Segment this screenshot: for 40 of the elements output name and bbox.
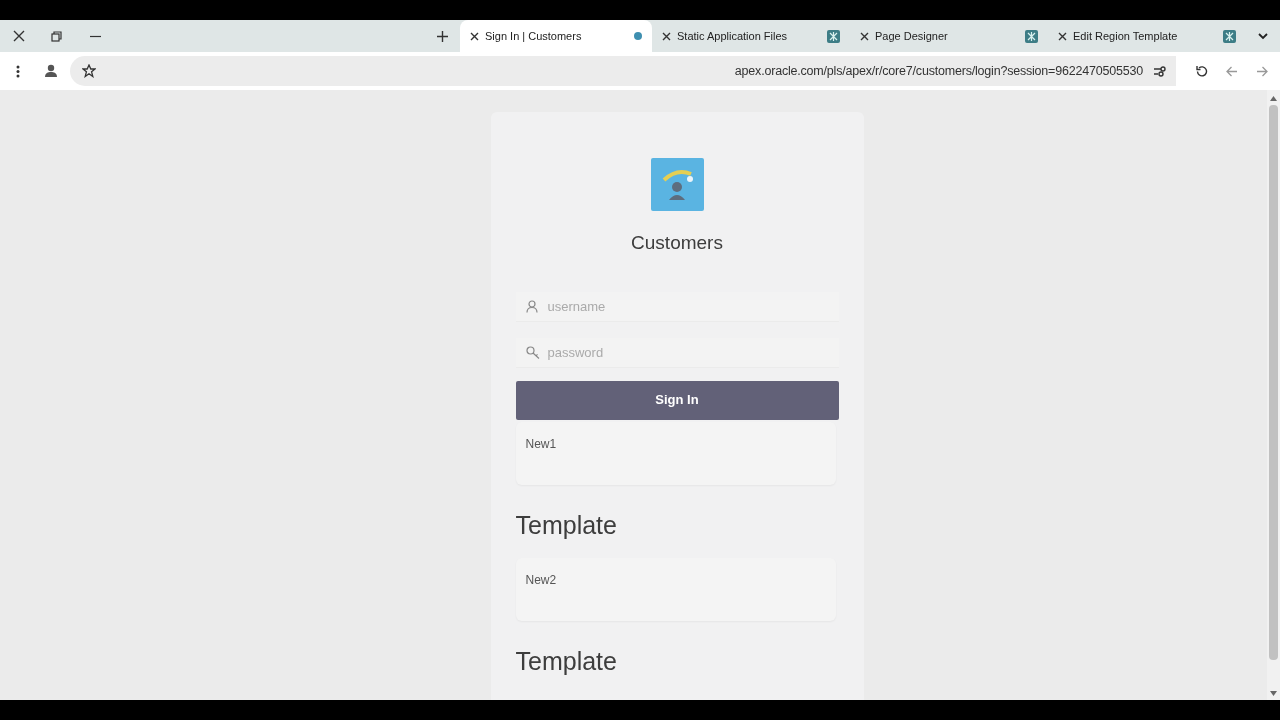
app-icon [1025,29,1038,43]
region-title: New2 [525,571,557,589]
back-icon[interactable] [1226,65,1238,77]
tab-title: Edit Region Template [1073,28,1178,44]
close-icon[interactable] [1058,31,1067,41]
menu-icon[interactable] [16,64,20,78]
address-bar[interactable]: apex.oracle.com/pls/apex/r/core7/customers/login?session=9622470505530 [70,56,1176,86]
restore-icon[interactable] [51,30,62,42]
app-logo [650,158,704,211]
app-title: Customers [631,231,723,255]
browser-tab[interactable]: Static Application Files [652,20,850,52]
reload-icon[interactable] [1196,65,1208,77]
close-icon[interactable] [470,31,479,41]
close-icon[interactable] [13,30,25,42]
tab-list-caret-icon[interactable] [1258,32,1268,40]
region-title: New1 [525,435,557,453]
scroll-down-icon[interactable] [1270,691,1277,696]
browser-tab[interactable]: Page Designer [850,20,1048,52]
close-icon[interactable] [860,31,869,41]
app-icon [1223,29,1236,43]
tab-title: Sign In | Customers [485,28,582,44]
tab-title: Static Application Files [677,28,788,44]
close-icon[interactable] [662,31,671,41]
section-heading: Template [515,509,617,540]
browser-tab[interactable]: Sign In | Customers [460,20,652,52]
app-icon [827,29,840,43]
forward-icon[interactable] [1256,65,1268,77]
url-text: apex.oracle.com/pls/apex/r/core7/customers/login?session=9622470505530 [734,62,1143,80]
section-heading: Template [515,645,617,676]
site-settings-icon[interactable] [1153,65,1166,77]
new-tab-icon[interactable] [437,30,448,42]
scrollbar-thumb[interactable] [1269,105,1278,660]
browser-tab[interactable]: Edit Region Template [1048,20,1246,52]
profile-icon[interactable] [44,64,58,78]
star-icon[interactable] [82,64,96,78]
loading-dot-icon [634,32,642,40]
user-icon [525,299,538,313]
tab-title: Page Designer [875,28,948,44]
scroll-up-icon[interactable] [1270,96,1277,101]
sign-in-button[interactable]: Sign In [515,380,839,420]
